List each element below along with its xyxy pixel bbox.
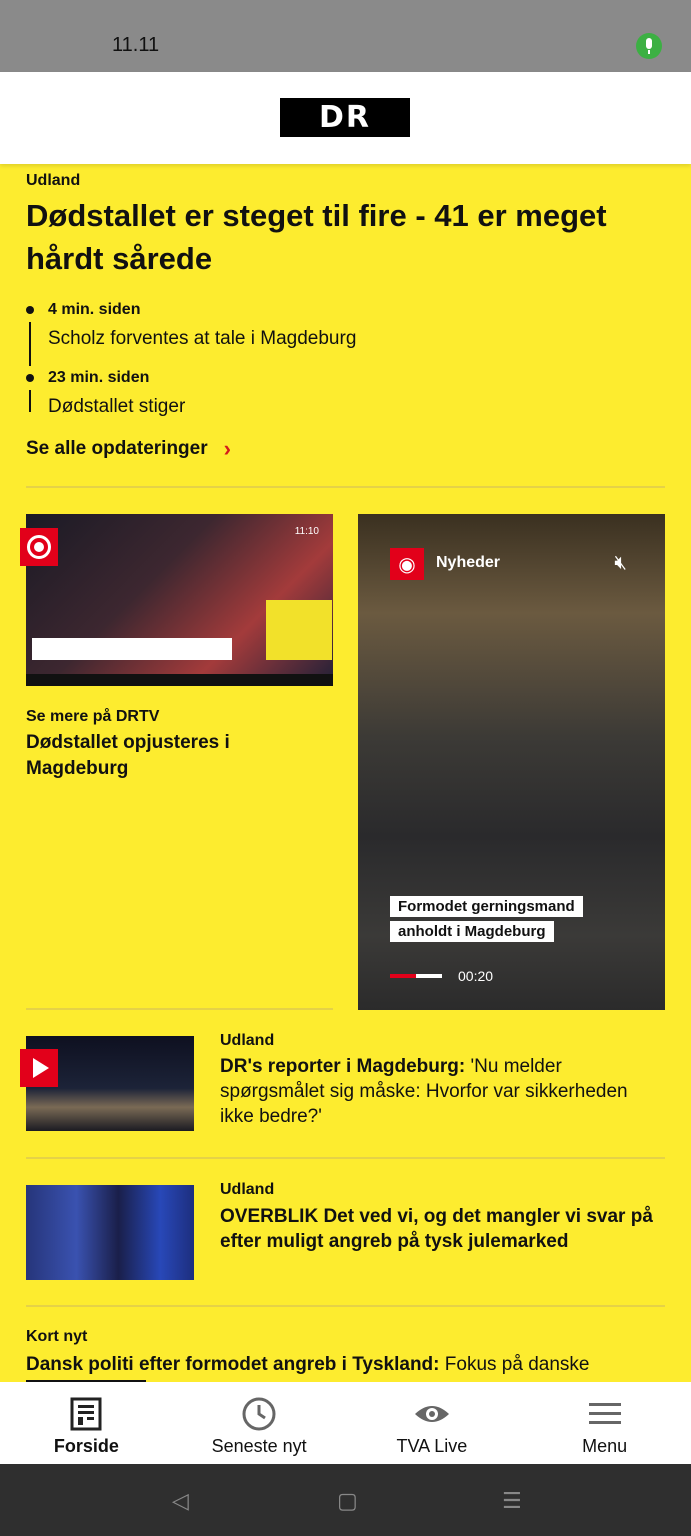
short-news-lead: Dansk politi efter formodet angreb i Tys… (26, 1354, 440, 1375)
article-thumbnail[interactable] (26, 1185, 194, 1280)
timeline-item[interactable]: 4 min. siden Scholz forventes at tale i … (26, 298, 646, 366)
drtv-kicker: Se mere på DRTV (26, 708, 160, 725)
play-icon (33, 1058, 49, 1078)
short-news-title-text: Fokus på danske (439, 1354, 590, 1375)
eye-icon (413, 1394, 451, 1434)
system-navigation-bar: ◁ ▢ ☰ (0, 1464, 691, 1536)
video-caption: Formodet gerningsmand anholdt i Magdebur… (390, 894, 586, 944)
thumbnail-clock: 11:10 (294, 526, 319, 537)
status-bar: 11.11 (0, 0, 691, 72)
microphone-indicator-icon (636, 33, 662, 59)
see-all-label: Se alle opdateringer (26, 438, 208, 459)
app-header: DR (0, 72, 691, 164)
divider (26, 1008, 333, 1010)
thumbnail-ticker (26, 674, 333, 686)
timeline-dot-icon (26, 306, 34, 314)
article-lead: DR's reporter i Magdeburg: (220, 1056, 466, 1077)
recents-icon[interactable]: ☰ (502, 1488, 522, 1514)
play-badge (20, 1049, 58, 1087)
clock-icon (241, 1394, 277, 1434)
divider (26, 1305, 665, 1307)
hero-kicker: Udland (26, 172, 81, 189)
tab-label: Seneste nyt (211, 1436, 307, 1456)
video-progress-fill (390, 974, 416, 978)
tab-label: Menu (582, 1436, 628, 1456)
article-kicker: Udland (220, 1181, 275, 1198)
hamburger-icon (588, 1394, 622, 1434)
short-news-kicker: Kort nyt (26, 1328, 88, 1345)
video-player[interactable]: ◉ Nyheder 🔇︎ Formodet gerningsmand anhol… (358, 514, 665, 1010)
hero-headline[interactable]: Dødstallet er steget til fire - 41 er me… (26, 194, 666, 280)
mute-icon[interactable]: 🔇︎ (614, 552, 627, 575)
timeline-time: 23 min. siden (48, 369, 150, 386)
drtv-headline[interactable]: Dødstallet opjusteres i Magdeburg (26, 730, 316, 782)
article-headline[interactable]: DR's reporter i Magdeburg: 'Nu melder sp… (220, 1054, 665, 1129)
article-lead: OVERBLIK Det ved vi, og det mangler vi s… (220, 1206, 653, 1252)
chevron-right-icon: › (223, 436, 231, 461)
article-kicker: Udland (220, 1032, 275, 1049)
drtv-badge (20, 528, 58, 566)
tab-forside[interactable]: Forside (0, 1382, 173, 1464)
timeline-dot-icon (26, 374, 34, 382)
tab-label: Forside (53, 1436, 119, 1456)
dr-logo[interactable]: DR (280, 98, 410, 137)
timeline-time: 4 min. siden (48, 301, 141, 318)
status-time: 11.11 (112, 34, 160, 56)
timeline-text: Scholz forventes at tale i Magdeburg (48, 328, 357, 349)
video-duration: 00:20 (458, 968, 494, 984)
tab-tva-live[interactable]: TVA Live (346, 1382, 519, 1464)
bottom-tab-bar: Forside Seneste nyt TVA Live Menu (0, 1382, 691, 1464)
eye-icon: ◉ (390, 548, 424, 580)
front-page-icon (70, 1394, 102, 1434)
thumbnail-lower-third (32, 638, 232, 660)
divider (26, 1157, 665, 1159)
tab-menu[interactable]: Menu (518, 1382, 691, 1464)
video-caption-text: Formodet gerningsmand anholdt i Magdebur… (390, 896, 583, 942)
main-feed[interactable]: Udland Dødstallet er steget til fire - 4… (0, 164, 691, 1382)
timeline-line (29, 390, 31, 412)
timeline-item[interactable]: 23 min. siden Dødstallet stiger (26, 366, 646, 424)
drtv-target-icon (27, 535, 51, 559)
video-brand: Nyheder (436, 554, 501, 571)
live-updates-timeline: 4 min. siden Scholz forventes at tale i … (26, 298, 646, 424)
thumbnail-breaking-panel (266, 600, 332, 660)
drtv-thumbnail[interactable]: 11:10 (26, 514, 333, 686)
timeline-line (29, 322, 31, 366)
short-news-headline[interactable]: Dansk politi efter formodet angreb i Tys… (26, 1352, 666, 1378)
tab-seneste-nyt[interactable]: Seneste nyt (173, 1382, 346, 1464)
timeline-text: Dødstallet stiger (48, 396, 186, 417)
divider (26, 486, 665, 488)
tab-label: TVA Live (396, 1436, 468, 1456)
video-progress-bar[interactable] (390, 974, 442, 978)
home-icon[interactable]: ▢ (337, 1488, 358, 1514)
back-icon[interactable]: ◁ (172, 1488, 189, 1514)
see-all-updates-link[interactable]: Se alle opdateringer › (26, 436, 231, 462)
article-headline[interactable]: OVERBLIK Det ved vi, og det mangler vi s… (220, 1204, 665, 1254)
